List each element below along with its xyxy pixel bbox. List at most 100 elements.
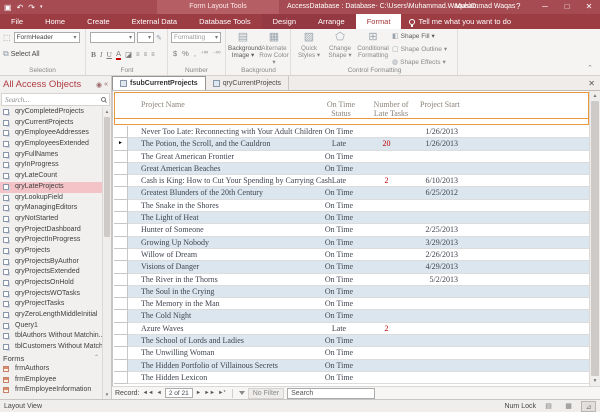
record-selector[interactable] [114, 335, 128, 347]
table-row[interactable]: The School of Lords and LadiesOn Time [114, 335, 589, 347]
nav-item-frmemployee[interactable]: frmEmployee [0, 375, 102, 386]
cell-on-time-status[interactable]: On Time [314, 360, 364, 372]
nav-item-tblauthors-without-matchin-[interactable]: tblAuthors Without Matchin... [0, 331, 102, 342]
cell-on-time-status[interactable]: On Time [314, 347, 364, 359]
cell-on-time-status[interactable]: On Time [314, 224, 364, 236]
shape-outline-button[interactable]: ▢ Shape Outline ▾ [392, 45, 447, 53]
nav-menu-icon[interactable]: ◉ [96, 81, 102, 89]
cell-project-name[interactable]: Willow of Dream [141, 249, 439, 261]
table-row[interactable]: The Great American FrontierOn Time [114, 151, 589, 163]
nav-item-qrylateprojects[interactable]: qryLateProjects [0, 182, 102, 193]
cell-project-start[interactable]: 2/25/2013 [414, 224, 458, 236]
table-row[interactable]: The Light of HeatOn Time [114, 212, 589, 224]
record-selector[interactable] [114, 310, 128, 322]
shape-effects-button[interactable]: ◍ Shape Effects ▾ [392, 58, 446, 66]
nav-item-frmemployeeinformation[interactable]: frmEmployeeInformation [0, 385, 102, 396]
scroll-up-icon[interactable]: ▲ [103, 107, 111, 116]
table-row[interactable]: The Snake in the ShoresOn Time [114, 200, 589, 212]
table-row[interactable]: Greatest Blunders of the 20th CenturyOn … [114, 187, 589, 199]
font-size-dropdown[interactable]: ▾ [137, 32, 154, 43]
table-row[interactable]: The Memory in the ManOn Time [114, 298, 589, 310]
cell-project-name[interactable]: The Soul in the Crying [141, 286, 439, 298]
last-record-icon[interactable]: ►► [204, 390, 215, 396]
object-selector-dropdown[interactable]: FormHeader▾ [14, 32, 80, 43]
cell-on-time-status[interactable]: On Time [314, 372, 364, 384]
cell-late-tasks[interactable]: 20 [369, 138, 404, 150]
record-selector[interactable] [114, 274, 128, 286]
form-view-icon[interactable]: ▤ [541, 401, 556, 412]
nav-item-qryinprogress[interactable]: qryInProgress [0, 160, 102, 171]
brush-icon[interactable]: ✎ [156, 34, 162, 42]
ribbon-tab-external-data[interactable]: External Data [121, 14, 188, 29]
layout-view-icon[interactable]: ⊿ [581, 401, 596, 412]
nav-item-qrymanagingeditors[interactable]: qryManagingEditors [0, 203, 102, 214]
record-selector[interactable] [114, 237, 128, 249]
table-row[interactable]: The Hidden Portfolio of Villainous Secre… [114, 360, 589, 372]
table-row[interactable]: The Cold NightOn Time [114, 310, 589, 322]
align-left-icon[interactable]: ≡ [136, 52, 140, 58]
tab-fsubcurrentprojects[interactable]: fsubCurrentProjects [112, 76, 206, 90]
tab-qrycurrentprojects[interactable]: qryCurrentProjects [206, 76, 289, 90]
new-record-icon[interactable]: ►* [218, 390, 226, 396]
cell-on-time-status[interactable]: On Time [314, 212, 364, 224]
redo-icon[interactable]: ↷ [28, 3, 35, 12]
increase-decimals-icon[interactable]: ⁺⁰⁰ [201, 51, 208, 57]
table-row[interactable]: Hunter of SomeoneOn Time2/25/2013 [114, 224, 589, 236]
record-search-input[interactable]: Search [287, 388, 375, 399]
ribbon-tab-format[interactable]: Format [356, 14, 402, 29]
number-format-dropdown[interactable]: Formatting▾ [171, 32, 221, 43]
nav-item-qryemployeeaddresses[interactable]: qryEmployeeAddresses [0, 128, 102, 139]
cell-on-time-status[interactable]: On Time [314, 274, 364, 286]
save-icon[interactable]: ▣ [4, 3, 12, 12]
column-header-late-tasks[interactable]: Number of Late Tasks [370, 100, 412, 118]
cell-project-start[interactable]: 1/26/2013 [414, 138, 458, 150]
cell-late-tasks[interactable]: 2 [369, 175, 404, 187]
no-filter-button[interactable]: No Filter [248, 388, 284, 399]
cell-project-name[interactable]: The Unwilling Woman [141, 347, 439, 359]
record-selector[interactable] [114, 151, 128, 163]
record-selector[interactable] [114, 224, 128, 236]
cell-late-tasks[interactable]: 2 [369, 323, 404, 335]
cell-project-name[interactable]: The Light of Heat [141, 212, 439, 224]
record-selector[interactable] [114, 200, 128, 212]
cell-project-name[interactable]: Never Too Late: Reconnecting with Your A… [141, 126, 439, 138]
scroll-up-icon[interactable]: ▲ [590, 91, 600, 101]
table-row[interactable]: The River in the ThornsOn Time5/2/2013 [114, 274, 589, 286]
previous-record-icon[interactable]: ◄ [156, 390, 161, 396]
cell-project-name[interactable]: The Hidden Portfolio of Villainous Secre… [141, 360, 439, 372]
table-row[interactable]: The Unwilling WomanOn Time [114, 347, 589, 359]
currency-button[interactable]: $ [173, 49, 177, 58]
cell-project-start[interactable]: 2/26/2013 [414, 249, 458, 261]
nav-item-qryfullnames[interactable]: qryFullNames [0, 150, 102, 161]
table-row[interactable]: The Soul in the CryingOn Time [114, 286, 589, 298]
nav-item-qrylatecount[interactable]: qryLateCount [0, 171, 102, 182]
qat-customize-icon[interactable]: ▾ [40, 4, 43, 10]
table-row[interactable]: Never Too Late: Reconnecting with Your A… [114, 126, 589, 138]
cell-on-time-status[interactable]: On Time [314, 200, 364, 212]
cell-on-time-status[interactable]: On Time [314, 261, 364, 273]
table-row[interactable]: The Hidden LexiconOn Time [114, 372, 589, 384]
ribbon-tab-create[interactable]: Create [76, 14, 121, 29]
cell-project-name[interactable]: The School of Lords and Ladies [141, 335, 439, 347]
nav-item-qryprojectdashboard[interactable]: qryProjectDashboard [0, 225, 102, 236]
cell-project-name[interactable]: The Snake in the Shores [141, 200, 439, 212]
cell-project-start[interactable]: 1/26/2013 [414, 126, 458, 138]
nav-item-qrycompletedprojects[interactable]: qryCompletedProjects [0, 107, 102, 118]
ribbon-tab-arrange[interactable]: Arrange [307, 14, 356, 29]
cell-project-start[interactable]: 6/10/2013 [414, 175, 458, 187]
cell-on-time-status[interactable]: On Time [314, 237, 364, 249]
cell-on-time-status[interactable]: On Time [314, 335, 364, 347]
record-selector[interactable] [114, 163, 128, 175]
column-header-project-start[interactable]: Project Start [420, 100, 460, 109]
align-center-icon[interactable]: ≡ [144, 52, 148, 58]
table-row[interactable]: Cash is King: How to Cut Your Spending b… [114, 175, 589, 187]
close-button[interactable]: ✕ [578, 0, 600, 14]
table-row[interactable]: Great American BeachesOn Time [114, 163, 589, 175]
nav-search-input[interactable]: Search... [1, 93, 110, 106]
nav-item-qryprojectsextended[interactable]: qryProjectsExtended [0, 267, 102, 278]
column-header-on-time-status[interactable]: On Time Status [317, 100, 365, 118]
nav-item-qryprojectinprogress[interactable]: qryProjectInProgress [0, 235, 102, 246]
table-row[interactable]: Growing Up NobodyOn Time3/29/2013 [114, 237, 589, 249]
alternate-row-color-button[interactable]: ▦ Alternate Row Color ▾ [259, 31, 289, 66]
fill-color-icon[interactable]: ◪ [125, 50, 132, 59]
